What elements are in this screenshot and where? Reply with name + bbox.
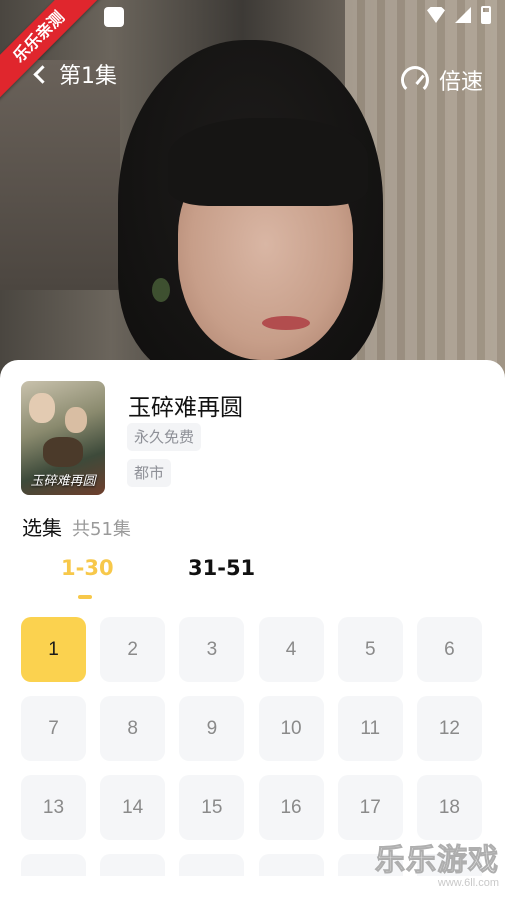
drama-title: 玉碎难再圆 — [128, 395, 243, 421]
drama-poster: 玉碎难再圆 — [21, 381, 105, 495]
episode-tile[interactable]: 11 — [337, 696, 403, 761]
episode-tile-partial[interactable] — [179, 854, 245, 876]
back-button[interactable]: 第1集 — [30, 58, 117, 90]
notification-icon — [104, 7, 124, 27]
tab-range-31-51[interactable]: 31-51 — [188, 556, 255, 580]
episode-tile[interactable]: 6 — [416, 617, 482, 682]
signal-icon — [455, 7, 471, 23]
episode-tile-partial[interactable] — [100, 854, 166, 876]
episode-tile[interactable]: 5 — [337, 617, 403, 682]
speed-label: 倍速 — [438, 70, 483, 95]
poster-title: 玉碎难再圆 — [30, 474, 96, 489]
episode-tile[interactable]: 4 — [258, 617, 324, 682]
speed-button[interactable]: 倍速 — [400, 64, 483, 96]
poster-figure — [43, 437, 83, 467]
episode-sheet: 玉碎难再圆 玉碎难再圆 永久免费 都市 选集 共51集 1-30 31-51 1… — [0, 360, 505, 899]
episode-tile[interactable]: 14 — [100, 775, 166, 840]
episode-title: 第1集 — [59, 64, 117, 89]
episodes-heading: 选集 — [22, 516, 62, 540]
episode-tile[interactable]: 17 — [337, 775, 403, 840]
video-background-wall — [0, 60, 120, 290]
watermark-logo-text: 乐乐游戏 — [375, 843, 499, 879]
tag-free: 永久免费 — [127, 423, 202, 451]
wifi-icon — [427, 7, 445, 23]
episode-tile[interactable]: 2 — [100, 617, 166, 682]
episode-tile-partial[interactable] — [21, 854, 86, 876]
episode-tile[interactable]: 1 — [21, 617, 86, 682]
episodes-header: 选集 共51集 — [22, 512, 131, 541]
episode-tile[interactable]: 15 — [179, 775, 245, 840]
tab-range-1-30[interactable]: 1-30 — [61, 556, 114, 580]
episode-tile-partial[interactable] — [258, 854, 324, 876]
speed-gauge-icon — [400, 66, 429, 94]
poster-figure — [29, 393, 55, 423]
episode-tile[interactable]: 9 — [179, 696, 245, 761]
battery-icon — [481, 6, 491, 24]
video-person-lips — [262, 316, 310, 330]
video-person-earring — [152, 278, 170, 302]
range-tab-indicator — [78, 595, 92, 599]
episode-tile[interactable]: 16 — [258, 775, 324, 840]
episodes-count: 共51集 — [72, 519, 131, 540]
episode-tile[interactable]: 3 — [179, 617, 245, 682]
episode-tile[interactable]: 18 — [416, 775, 482, 840]
episode-tile[interactable]: 12 — [416, 696, 482, 761]
episode-tile[interactable]: 10 — [258, 696, 324, 761]
video-person-bangs — [168, 118, 368, 206]
episode-tile[interactable]: 13 — [21, 775, 86, 840]
watermark: 乐乐游戏 www.6ll.com — [375, 835, 500, 890]
episode-tile[interactable]: 8 — [100, 696, 166, 761]
chevron-left-icon — [33, 64, 52, 84]
episode-tile[interactable]: 7 — [21, 696, 86, 761]
poster-figure — [65, 407, 87, 433]
tag-genre: 都市 — [127, 459, 172, 487]
